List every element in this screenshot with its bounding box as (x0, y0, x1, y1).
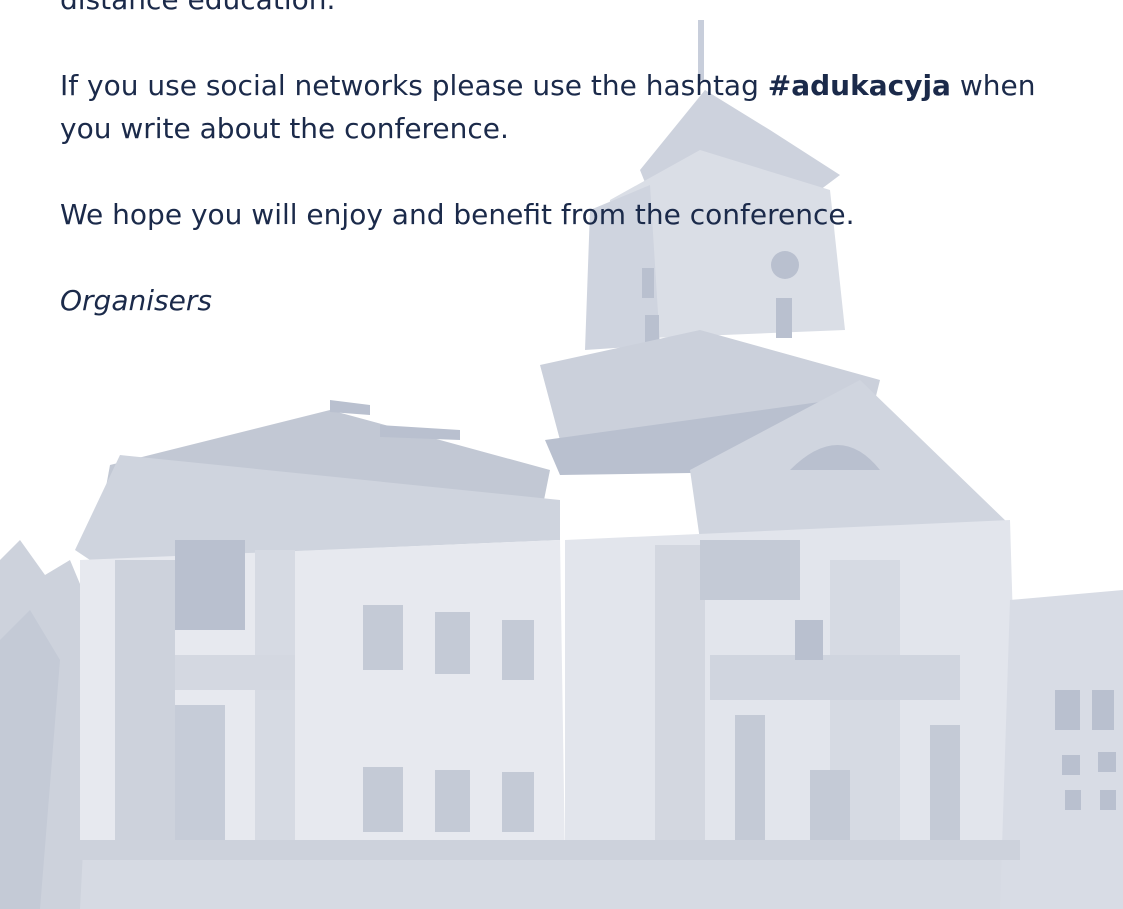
social-text-before: If you use social networks please use th… (60, 69, 768, 102)
paragraph-social-networks: If you use social networks please use th… (60, 64, 1060, 150)
hashtag: #adukacyja (767, 69, 951, 102)
letter-body: distance education. If you use social ne… (60, 0, 1060, 322)
document-page: distance education. If you use social ne… (0, 0, 1123, 909)
signature: Organisers (60, 284, 212, 317)
paragraph-fragment: distance education. (60, 0, 1060, 21)
paragraph-hope: We hope you will enjoy and benefit from … (60, 198, 855, 231)
